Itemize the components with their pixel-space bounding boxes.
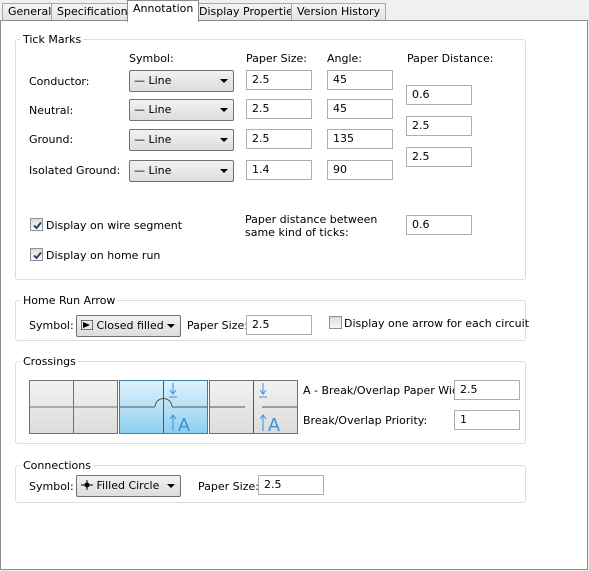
display-on-wire-segment-label[interactable]: Display on wire segment (46, 219, 182, 232)
tab-annotation[interactable]: Annotation (127, 0, 200, 22)
filled-circle-icon (81, 480, 93, 490)
same-kind-ticks-label: Paper distance between same kind of tick… (245, 213, 378, 239)
conductor-symbol-select[interactable]: — Line (129, 70, 234, 92)
ground-paper-size-field[interactable]: 2.5 (246, 129, 312, 149)
select-value: Line (148, 74, 172, 87)
isolated-ground-symbol-select[interactable]: — Line (129, 160, 234, 182)
checkmark-icon (33, 221, 42, 230)
paper-size-header: Paper Size: (246, 52, 307, 65)
crossing-gap-icon: A (210, 381, 297, 435)
crossing-a-glyph: A (178, 415, 190, 433)
select-value: Line (148, 133, 172, 146)
isolated-ground-paper-size-field[interactable]: 1.4 (246, 160, 312, 180)
line-symbol-icon: — (134, 74, 145, 87)
home-run-arrow-title: Home Run Arrow (21, 294, 118, 307)
angle-header: Angle: (327, 52, 363, 65)
line-symbol-icon: — (134, 164, 145, 177)
select-value: Closed filled (96, 319, 164, 332)
display-on-home-run-checkbox[interactable] (30, 248, 43, 261)
neutral-label: Neutral: (29, 104, 74, 117)
chevron-down-icon (167, 324, 175, 328)
break-width-field[interactable]: 2.5 (454, 380, 520, 400)
crossing-hop-icon: A (120, 381, 207, 435)
chevron-down-icon (220, 79, 228, 83)
display-on-wire-segment-checkbox[interactable] (30, 218, 43, 231)
ground-label: Ground: (29, 133, 74, 146)
same-kind-ticks-field[interactable]: 0.6 (406, 215, 472, 235)
paper-distance-field-3[interactable]: 2.5 (406, 147, 472, 167)
crossing-plain-icon (30, 381, 117, 433)
break-priority-field[interactable]: 1 (454, 410, 520, 430)
tab-bar: General Specifications Annotation Displa… (0, 0, 589, 22)
conductor-label: Conductor: (29, 75, 90, 88)
checkmark-icon (33, 251, 42, 260)
isolated-ground-label: Isolated Ground: (29, 164, 121, 177)
chevron-down-icon (220, 108, 228, 112)
chevron-down-icon (167, 484, 175, 488)
connections-paper-size-label: Paper Size: (198, 480, 259, 493)
home-run-paper-size-label: Paper Size: (187, 319, 248, 332)
chevron-down-icon (220, 138, 228, 142)
conductor-angle-field[interactable]: 45 (327, 70, 393, 90)
one-arrow-per-circuit-checkbox[interactable] (329, 316, 342, 329)
neutral-paper-size-field[interactable]: 2.5 (246, 99, 312, 119)
select-value: Line (148, 164, 172, 177)
symbol-header: Symbol: (129, 52, 174, 65)
connections-title: Connections (21, 459, 93, 472)
break-width-label: A - Break/Overlap Paper Width: (303, 384, 474, 397)
ground-symbol-select[interactable]: — Line (129, 129, 234, 151)
crossing-style-break-button[interactable]: A (119, 380, 208, 435)
line-symbol-icon: — (134, 133, 145, 146)
closed-filled-arrow-icon (80, 319, 94, 331)
display-on-home-run-label[interactable]: Display on home run (46, 249, 160, 262)
tab-general[interactable]: General (2, 3, 58, 21)
select-value: Line (148, 103, 172, 116)
crossing-a-glyph: A (268, 415, 280, 433)
ground-angle-field[interactable]: 135 (327, 129, 393, 149)
crossing-style-none-button[interactable] (29, 380, 118, 434)
connections-paper-size-field[interactable]: 2.5 (258, 475, 324, 495)
line-symbol-icon: — (134, 103, 145, 116)
crossing-style-overlap-button[interactable]: A (209, 380, 298, 435)
connections-symbol-label: Symbol: (29, 480, 74, 493)
conductor-paper-size-field[interactable]: 2.5 (246, 70, 312, 90)
select-value: Filled Circle (96, 479, 160, 492)
tab-display-properties[interactable]: Display Properties (193, 3, 305, 21)
connections-symbol-select[interactable]: Filled Circle (76, 475, 181, 497)
isolated-ground-angle-field[interactable]: 90 (327, 160, 393, 180)
home-run-symbol-label: Symbol: (29, 319, 74, 332)
tick-marks-title: Tick Marks (21, 33, 84, 46)
home-run-symbol-select[interactable]: Closed filled (76, 315, 181, 337)
home-run-paper-size-field[interactable]: 2.5 (246, 315, 312, 335)
paper-distance-field-2[interactable]: 2.5 (406, 116, 472, 136)
neutral-symbol-select[interactable]: — Line (129, 99, 234, 121)
crossings-title: Crossings (21, 355, 78, 368)
paper-distance-field-1[interactable]: 0.6 (406, 85, 472, 105)
break-priority-label: Break/Overlap Priority: (303, 414, 428, 427)
one-arrow-per-circuit-label[interactable]: Display one arrow for each circuit (344, 317, 529, 330)
tab-version-history[interactable]: Version History (291, 3, 387, 21)
neutral-angle-field[interactable]: 45 (327, 99, 393, 119)
chevron-down-icon (220, 169, 228, 173)
paper-distance-header: Paper Distance: (407, 52, 494, 65)
